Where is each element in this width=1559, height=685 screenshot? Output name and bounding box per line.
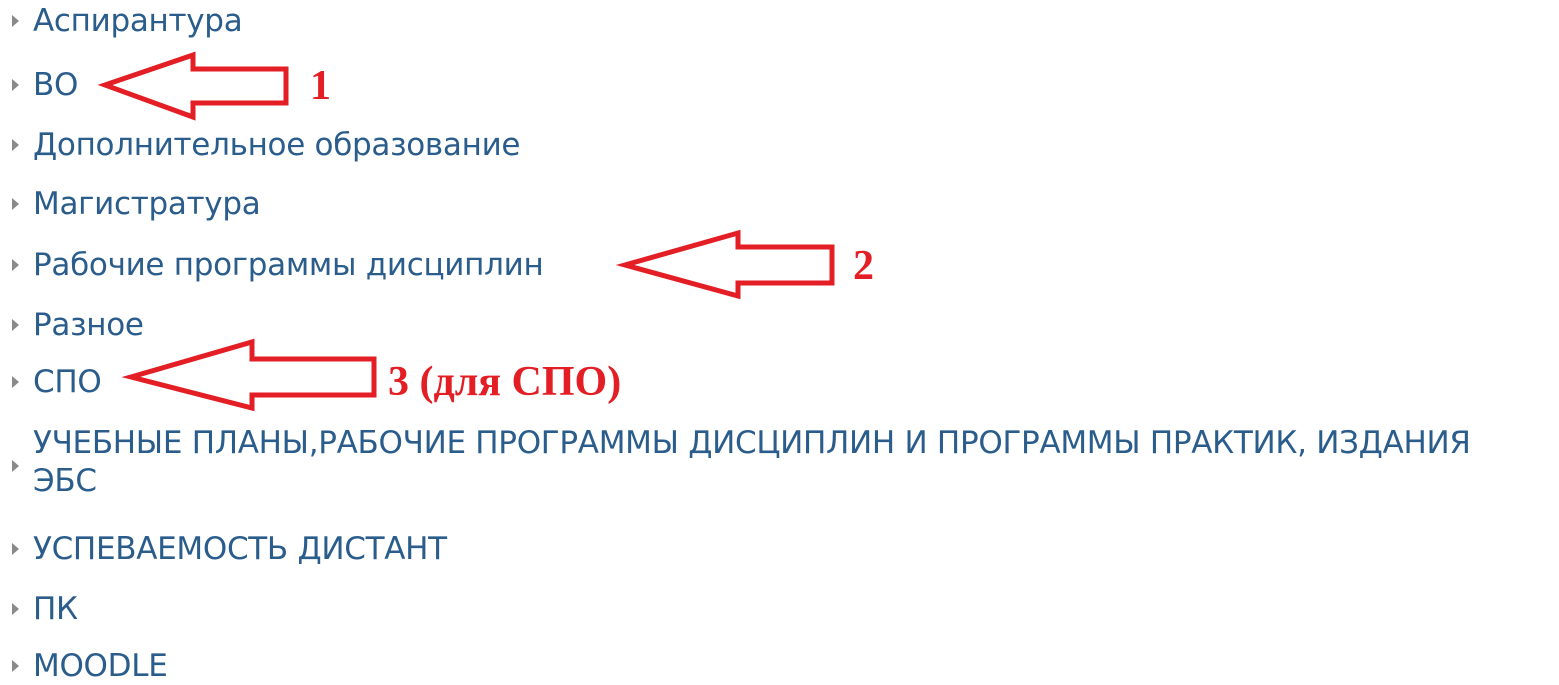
expand-triangle-icon[interactable] — [12, 460, 19, 472]
expand-triangle-icon[interactable] — [12, 259, 19, 271]
expand-triangle-icon[interactable] — [12, 15, 19, 27]
course-category-list: Аспирантура ВО Дополнительное образовани… — [0, 0, 1559, 685]
category-item-pk[interactable]: ПК — [12, 590, 78, 628]
expand-triangle-icon[interactable] — [12, 139, 19, 151]
expand-triangle-icon[interactable] — [12, 603, 19, 615]
category-item-spo[interactable]: СПО — [12, 363, 102, 401]
category-link[interactable]: Магистратура — [33, 185, 261, 223]
category-link[interactable]: Рабочие программы дисциплин — [33, 246, 544, 284]
category-link[interactable]: Разное — [33, 306, 144, 344]
expand-triangle-icon[interactable] — [12, 319, 19, 331]
expand-triangle-icon[interactable] — [12, 79, 19, 91]
category-item-additional-education[interactable]: Дополнительное образование — [12, 126, 520, 164]
expand-triangle-icon[interactable] — [12, 660, 19, 672]
category-item-aspirantura[interactable]: Аспирантура — [12, 2, 243, 40]
category-link[interactable]: УСПЕВАЕМОСТЬ ДИСТАНТ — [33, 530, 447, 568]
category-item-progress-distant[interactable]: УСПЕВАЕМОСТЬ ДИСТАНТ — [12, 530, 447, 568]
category-link[interactable]: ВО — [33, 66, 78, 104]
category-link[interactable]: СПО — [33, 363, 102, 401]
expand-triangle-icon[interactable] — [12, 376, 19, 388]
category-item-moodle[interactable]: MOODLE — [12, 647, 168, 685]
category-item-magistratura[interactable]: Магистратура — [12, 185, 261, 223]
category-item-misc[interactable]: Разное — [12, 306, 144, 344]
expand-triangle-icon[interactable] — [12, 198, 19, 210]
category-link[interactable]: MOODLE — [33, 647, 168, 685]
category-link[interactable]: Дополнительное образование — [33, 126, 520, 164]
category-link[interactable]: Аспирантура — [33, 2, 243, 40]
category-link[interactable]: УЧЕБНЫЕ ПЛАНЫ,РАБОЧИЕ ПРОГРАММЫ ДИСЦИПЛИ… — [33, 424, 1533, 500]
category-item-work-programs[interactable]: Рабочие программы дисциплин — [12, 246, 544, 284]
category-item-vo[interactable]: ВО — [12, 66, 78, 104]
expand-triangle-icon[interactable] — [12, 543, 19, 555]
category-item-curricula[interactable]: УЧЕБНЫЕ ПЛАНЫ,РАБОЧИЕ ПРОГРАММЫ ДИСЦИПЛИ… — [12, 424, 1533, 500]
category-link[interactable]: ПК — [33, 590, 78, 628]
